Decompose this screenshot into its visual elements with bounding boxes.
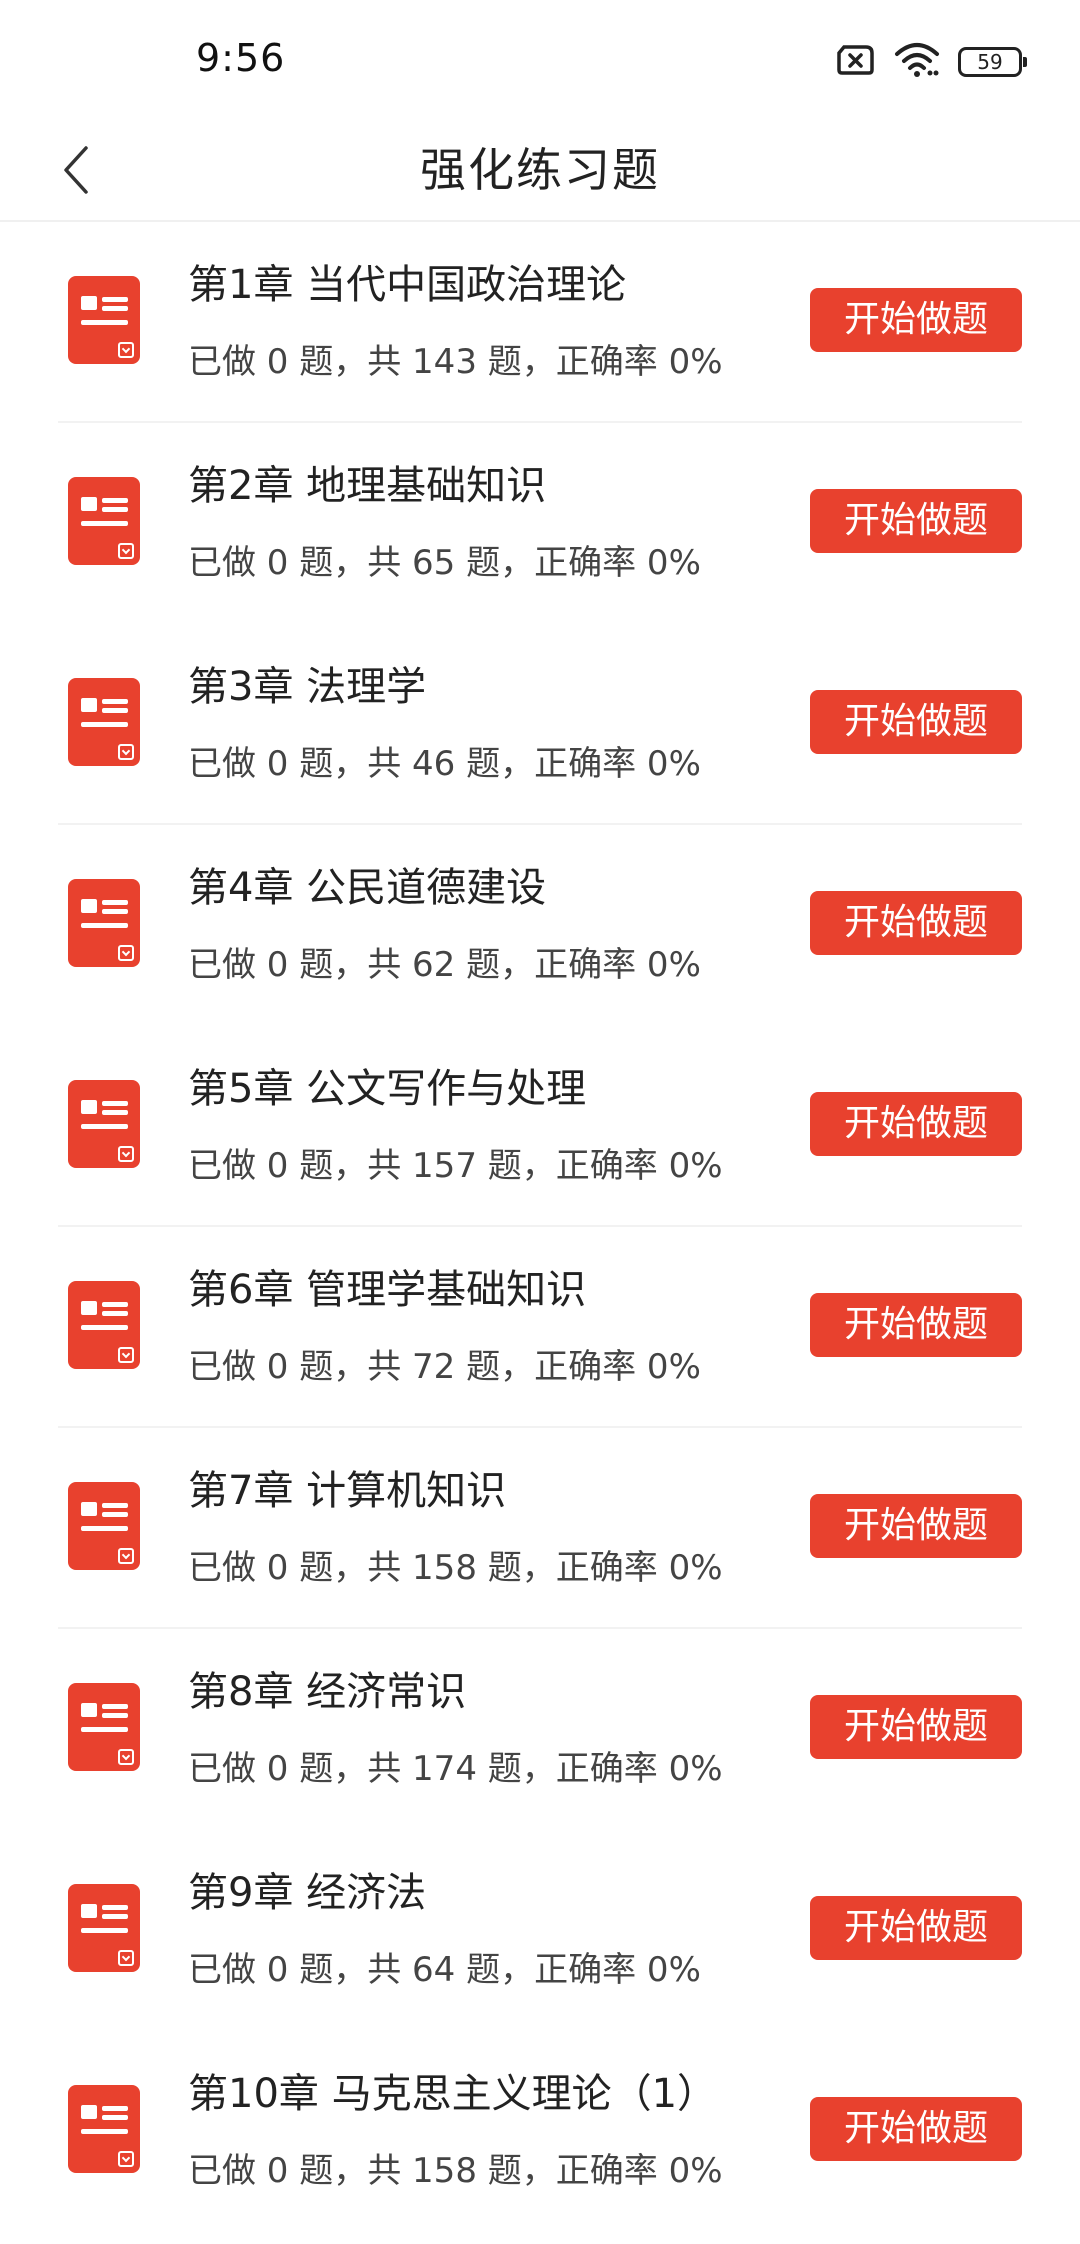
sim-blocked-icon	[836, 44, 876, 80]
chapter-row[interactable]: 第4章 公民道德建设已做 0 题，共 62 题，正确率 0% 开始做题	[58, 825, 1022, 1026]
nav-bar: 强化练习题	[0, 120, 1080, 222]
status-bar: 9:56 59	[0, 0, 1080, 120]
exercise-doc-icon	[68, 1281, 140, 1369]
exercise-doc-icon	[68, 2085, 140, 2173]
exercise-doc-icon	[68, 477, 140, 565]
start-quiz-button[interactable]: 开始做题	[810, 1494, 1022, 1558]
start-quiz-button[interactable]: 开始做题	[810, 891, 1022, 955]
chapter-list: 第1章 当代中国政治理论 已做 0 题，共 143 题，正确率 0% 开始做题 第2章…	[0, 222, 1080, 2232]
download-icon	[118, 543, 134, 559]
exercise-doc-icon	[68, 276, 140, 364]
chapter-title: 第7章 计算机知识	[188, 1468, 507, 1514]
chapter-title: 第5章 公文写作与处理	[188, 1066, 587, 1112]
chapter-title: 第9章 经济法	[188, 1870, 427, 1916]
chapter-row[interactable]: 第5章 公文写作与处理已做 0 题，共 157 题，正确率 0% 开始做题	[58, 1026, 1022, 1227]
chapter-stats: 已做 0 题，共 174 题，正确率 0%	[188, 1749, 723, 1789]
chapter-stats: 已做 0 题，共 158 题，正确率 0%	[188, 2151, 723, 2191]
chapter-row[interactable]: 第10章 马克思主义理论（1） 已做 0 题，共 158 题，正确率 0% 开始做题	[58, 2031, 1022, 2232]
chapter-stats: 已做 0 题，共 72 题，正确率 0%	[188, 1347, 701, 1387]
status-icons: 59	[836, 40, 1027, 84]
chapter-title: 第2章 地理基础知识	[188, 463, 547, 509]
battery-icon: 59	[958, 47, 1027, 77]
page-title: 强化练习题	[420, 143, 660, 197]
wifi-icon	[894, 42, 940, 82]
battery-level: 59	[977, 50, 1003, 74]
exercise-doc-icon	[68, 879, 140, 967]
chapter-row[interactable]: 第9章 经济法已做 0 题，共 64 题，正确率 0% 开始做题	[58, 1830, 1022, 2031]
chapter-stats: 已做 0 题，共 64 题，正确率 0%	[188, 1950, 701, 1990]
chapter-title: 第3章 法理学	[188, 664, 427, 710]
exercise-doc-icon	[68, 1683, 140, 1771]
download-icon	[118, 1548, 134, 1564]
chapter-stats: 已做 0 题，共 157 题，正确率 0%	[188, 1146, 723, 1186]
chapter-stats: 已做 0 题，共 46 题，正确率 0%	[188, 744, 701, 784]
exercise-doc-icon	[68, 1482, 140, 1570]
start-quiz-button[interactable]: 开始做题	[810, 1092, 1022, 1156]
chapter-row[interactable]: 第8章 经济常识已做 0 题，共 174 题，正确率 0% 开始做题	[58, 1629, 1022, 1830]
status-time: 9:56	[196, 36, 286, 80]
start-quiz-button[interactable]: 开始做题	[810, 288, 1022, 352]
download-icon	[118, 1950, 134, 1966]
chapter-row[interactable]: 第1章 当代中国政治理论已做 0 题，共 143 题，正确率 0% 开始做题	[58, 222, 1022, 423]
start-quiz-button[interactable]: 开始做题	[810, 690, 1022, 754]
chapter-stats: 已做 0 题，共 143 题，正确率 0%	[188, 342, 723, 382]
exercise-doc-icon	[68, 678, 140, 766]
download-icon	[118, 1347, 134, 1363]
download-icon	[118, 1146, 134, 1162]
chapter-row[interactable]: 第7章 计算机知识已做 0 题，共 158 题，正确率 0% 开始做题	[58, 1428, 1022, 1629]
download-icon	[118, 744, 134, 760]
download-icon	[118, 342, 134, 358]
chapter-stats: 已做 0 题，共 65 题，正确率 0%	[188, 543, 701, 583]
chapter-row[interactable]: 第3章 法理学已做 0 题，共 46 题，正确率 0% 开始做题	[58, 624, 1022, 825]
chapter-title: 第10章 马克思主义理论（1）	[188, 2071, 718, 2117]
chapter-title: 第8章 经济常识	[188, 1669, 467, 1715]
start-quiz-button[interactable]: 开始做题	[810, 489, 1022, 553]
exercise-doc-icon	[68, 1884, 140, 1972]
start-quiz-button[interactable]: 开始做题	[810, 2097, 1022, 2161]
download-icon	[118, 1749, 134, 1765]
start-quiz-button[interactable]: 开始做题	[810, 1695, 1022, 1759]
download-icon	[118, 2151, 134, 2167]
download-icon	[118, 945, 134, 961]
start-quiz-button[interactable]: 开始做题	[810, 1293, 1022, 1357]
chapter-row[interactable]: 第2章 地理基础知识已做 0 题，共 65 题，正确率 0% 开始做题	[58, 423, 1022, 624]
chapter-stats: 已做 0 题，共 62 题，正确率 0%	[188, 945, 701, 985]
start-quiz-button[interactable]: 开始做题	[810, 1896, 1022, 1960]
chapter-stats: 已做 0 题，共 158 题，正确率 0%	[188, 1548, 723, 1588]
chapter-title: 第6章 管理学基础知识	[188, 1267, 587, 1313]
chapter-title: 第4章 公民道德建设	[188, 865, 547, 911]
chapter-title: 第1章 当代中国政治理论	[188, 262, 627, 308]
exercise-doc-icon	[68, 1080, 140, 1168]
chapter-row[interactable]: 第6章 管理学基础知识已做 0 题，共 72 题，正确率 0% 开始做题	[58, 1227, 1022, 1428]
